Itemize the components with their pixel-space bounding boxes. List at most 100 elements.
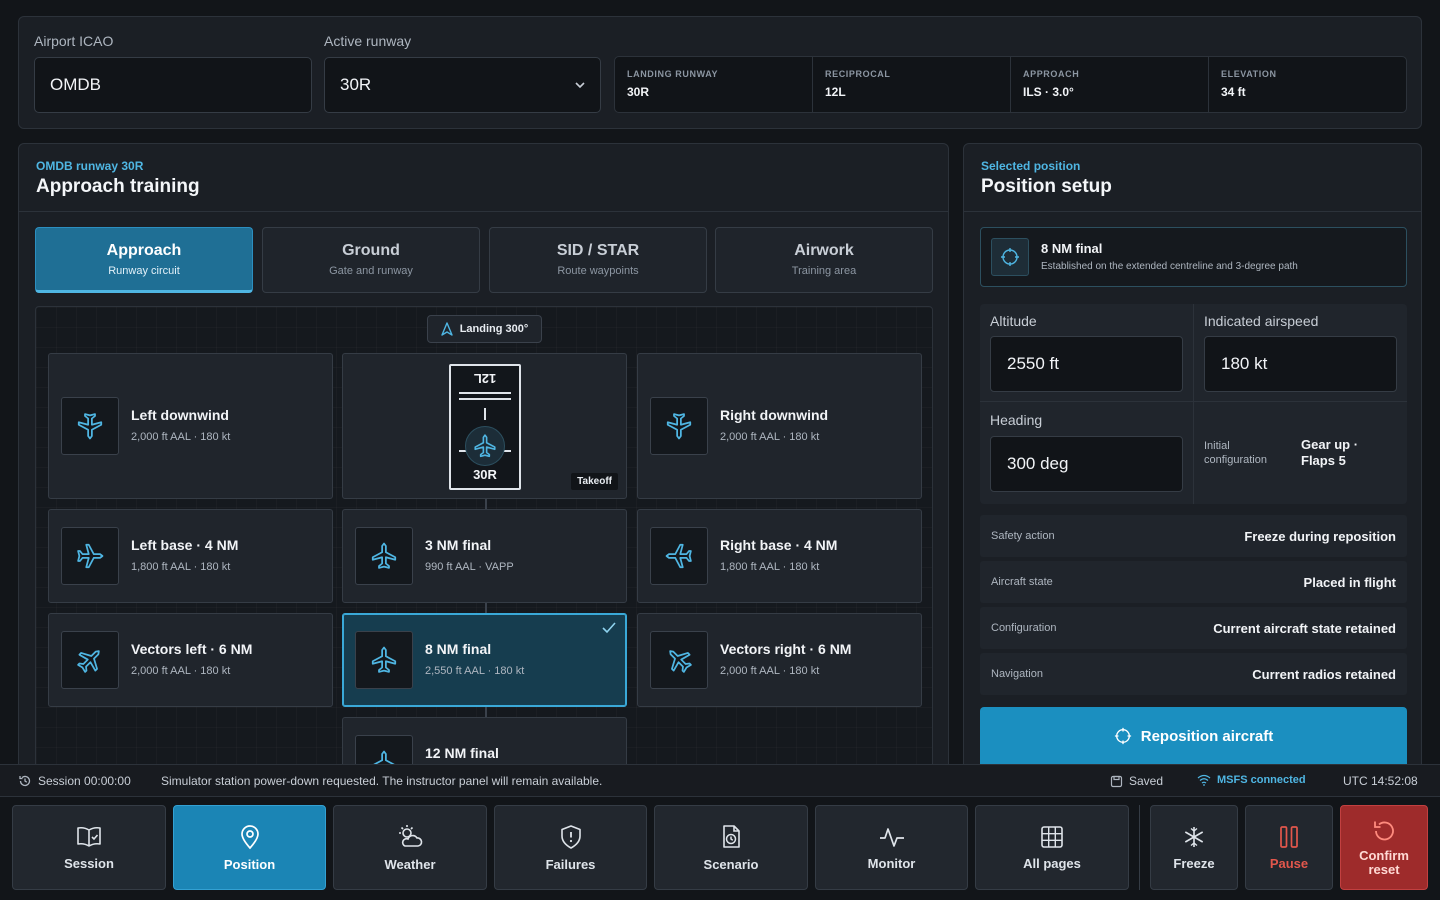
airplane-icon: [61, 397, 119, 455]
nav-divider: [1139, 805, 1140, 890]
crosshair-icon: [991, 238, 1029, 276]
altitude-input[interactable]: 2550 ft: [990, 336, 1183, 392]
nav-session-button[interactable]: Session: [12, 805, 166, 890]
position-subtitle: 990 ft AAL · VAPP: [425, 561, 514, 573]
heading-input[interactable]: 300 deg: [990, 436, 1183, 492]
nav-label-line: Confirm: [1359, 847, 1409, 863]
row-value: Freeze during reposition: [1244, 528, 1396, 544]
runway-info-strip: LANDING RUNWAY 30R RECIPROCAL 12L APPROA…: [614, 56, 1407, 113]
bottom-nav: Session Position Weather Failures Scenar…: [0, 797, 1440, 900]
rotate-ccw-icon: [1374, 821, 1394, 840]
nav-weather-button[interactable]: Weather: [333, 805, 487, 890]
row-value: Current radios retained: [1252, 666, 1396, 682]
airplane-icon: [650, 631, 708, 689]
active-runway-select[interactable]: 30R: [324, 57, 601, 113]
position-subtitle: 2,000 ft AAL · 180 kt: [131, 431, 231, 443]
activity-icon: [879, 827, 904, 847]
nav-all-pages-button[interactable]: All pages: [975, 805, 1129, 890]
position-subtitle: 2,000 ft AAL · 180 kt: [720, 431, 820, 443]
status-bar: Session 00:00:00 Simulator station power…: [0, 764, 1440, 797]
row-key: Safety action: [991, 530, 1055, 542]
pause-icon: [1280, 825, 1298, 848]
airspeed-input[interactable]: 180 kt: [1204, 336, 1397, 392]
info-approach: APPROACH ILS · 3.0°: [1010, 57, 1208, 112]
selected-position-summary: 8 NM final Established on the extended c…: [980, 227, 1407, 287]
configuration-row: Configuration Current aircraft state ret…: [980, 607, 1407, 649]
grid-icon: [1041, 825, 1063, 848]
info-elevation: ELEVATION 34 ft: [1208, 57, 1406, 112]
position-right-downwind[interactable]: Right downwind 2,000 ft AAL · 180 kt: [637, 353, 922, 499]
config-label-line: Initial: [1204, 440, 1230, 452]
tab-approach[interactable]: Approach Runway circuit: [35, 227, 253, 293]
runway-diagram[interactable]: 12L 30R Takeoff: [342, 353, 627, 499]
nav-freeze-button[interactable]: Freeze: [1150, 805, 1238, 890]
save-icon: [1110, 775, 1123, 787]
utc-clock: UTC 14:52:08: [1343, 774, 1418, 788]
position-3nm-final[interactable]: 3 NM final 990 ft AAL · VAPP: [342, 509, 627, 603]
threshold-marking: [459, 392, 511, 394]
nav-label: All pages: [1023, 855, 1081, 871]
row-value: Placed in flight: [1303, 574, 1396, 590]
altitude-label: Altitude: [990, 313, 1037, 329]
nav-scenario-button[interactable]: Scenario: [654, 805, 808, 890]
position-left-base[interactable]: Left base · 4 NM 1,800 ft AAL · 180 kt: [48, 509, 333, 603]
airplane-icon: [61, 527, 119, 585]
position-subtitle: 2,000 ft AAL · 180 kt: [720, 665, 820, 677]
info-key: LANDING RUNWAY: [627, 69, 719, 79]
nav-label: Freeze: [1173, 855, 1215, 871]
airport-icao-input[interactable]: OMDB: [34, 57, 312, 113]
tab-airwork[interactable]: Airwork Training area: [715, 227, 933, 293]
row-key: Aircraft state: [991, 576, 1053, 588]
position-right-base[interactable]: Right base · 4 NM 1,800 ft AAL · 180 kt: [637, 509, 922, 603]
airplane-icon: [355, 527, 413, 585]
panel-title: Approach training: [36, 176, 200, 197]
position-8nm-final[interactable]: 8 NM final 2,550 ft AAL · 180 kt: [342, 613, 627, 707]
position-parameters: Altitude 2550 ft Indicated airspeed 180 …: [980, 304, 1407, 504]
divider: [1193, 304, 1194, 504]
position-subtitle: 1,800 ft AAL · 180 kt: [720, 561, 820, 573]
position-vectors-right[interactable]: Vectors right · 6 NM 2,000 ft AAL · 180 …: [637, 613, 922, 707]
nav-confirm-reset-button[interactable]: Confirm reset: [1340, 805, 1428, 890]
crosshair-icon: [1114, 727, 1131, 745]
tab-subtitle: Gate and runway: [329, 265, 413, 277]
tab-sid-star[interactable]: SID / STAR Route waypoints: [489, 227, 707, 293]
position-title: Vectors right · 6 NM: [720, 641, 852, 657]
nav-label: Confirm reset: [1359, 847, 1409, 877]
position-left-downwind[interactable]: Left downwind 2,000 ft AAL · 180 kt: [48, 353, 333, 499]
airport-icao-label: Airport ICAO: [34, 33, 114, 49]
heading-label: Heading: [990, 412, 1043, 428]
connection-text: MSFS connected: [1217, 774, 1306, 786]
active-runway-value: 30R: [340, 75, 372, 94]
check-icon: [602, 622, 616, 634]
airplane-icon: [650, 527, 708, 585]
safety-action-row: Safety action Freeze during reposition: [980, 515, 1407, 557]
session-timer: Session 00:00:00: [18, 774, 131, 788]
divider: [980, 401, 1407, 402]
nav-position-button[interactable]: Position: [173, 805, 326, 890]
landing-heading-text: Landing 300°: [459, 323, 529, 335]
tab-title: Approach: [106, 242, 182, 259]
nav-label: Scenario: [703, 856, 759, 872]
weather-sun-cloud-icon: [399, 824, 423, 847]
nav-label: Session: [64, 855, 114, 871]
airplane-icon: [355, 631, 413, 689]
nav-pause-button[interactable]: Pause: [1245, 805, 1333, 890]
row-value: Current aircraft state retained: [1213, 620, 1396, 636]
nav-failures-button[interactable]: Failures: [494, 805, 647, 890]
position-title: Left base · 4 NM: [131, 537, 239, 553]
info-value: 34 ft: [1221, 85, 1246, 99]
landing-heading-badge: Landing 300°: [427, 315, 542, 343]
position-title: Right downwind: [720, 407, 829, 423]
info-key: ELEVATION: [1221, 69, 1277, 79]
info-reciprocal: RECIPROCAL 12L: [812, 57, 1010, 112]
file-clock-icon: [723, 824, 740, 848]
airspeed-label: Indicated airspeed: [1204, 313, 1319, 329]
nav-monitor-button[interactable]: Monitor: [815, 805, 968, 890]
position-vectors-left[interactable]: Vectors left · 6 NM 2,000 ft AAL · 180 k…: [48, 613, 333, 707]
tab-subtitle: Runway circuit: [108, 265, 180, 277]
position-map: Landing 300° Left downwind 2,000 ft AAL …: [35, 306, 933, 782]
position-title: 8 NM final: [425, 641, 492, 657]
tab-ground[interactable]: Ground Gate and runway: [262, 227, 480, 293]
active-runway-label: Active runway: [324, 33, 412, 49]
info-value: ILS · 3.0°: [1023, 85, 1074, 99]
